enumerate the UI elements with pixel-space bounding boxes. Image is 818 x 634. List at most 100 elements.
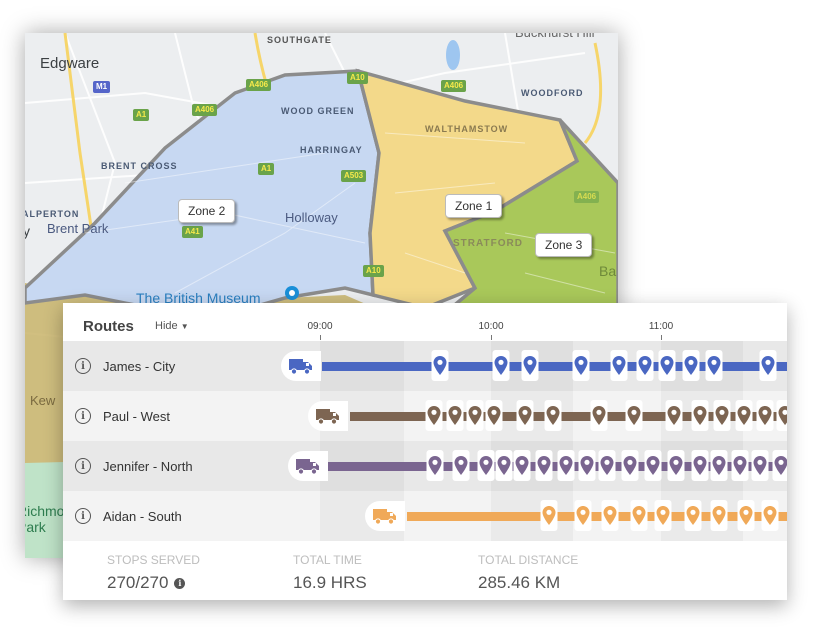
time-tick: 09:00 bbox=[307, 321, 333, 332]
stop-pin-icon[interactable] bbox=[578, 450, 596, 481]
routes-list: i James - City i Paul - West i Jennifer … bbox=[63, 341, 787, 541]
map-label-woodford: WOODFORD bbox=[521, 88, 584, 98]
stop-pin-icon[interactable] bbox=[535, 450, 553, 481]
route-row[interactable]: i Paul - West bbox=[63, 391, 787, 441]
stop-pin-icon[interactable] bbox=[513, 450, 531, 481]
stop-pin-icon[interactable] bbox=[574, 500, 592, 531]
stop-pin-icon[interactable] bbox=[590, 400, 608, 431]
route-row[interactable]: i Aidan - South bbox=[63, 491, 787, 541]
stop-pin-icon[interactable] bbox=[426, 450, 444, 481]
stop-pin-icon[interactable] bbox=[667, 450, 685, 481]
zone-1-label[interactable]: Zone 1 bbox=[445, 194, 503, 218]
stop-pin-icon[interactable] bbox=[492, 350, 510, 381]
route-timeline[interactable] bbox=[63, 391, 787, 441]
stop-pin-icon[interactable] bbox=[544, 400, 562, 431]
stop-pin-icon[interactable] bbox=[710, 500, 728, 531]
route-timeline[interactable] bbox=[63, 341, 787, 391]
hide-toggle[interactable]: Hide ▼ bbox=[155, 320, 189, 332]
map-label-partial: y bbox=[25, 223, 30, 239]
stop-pin-icon[interactable] bbox=[691, 450, 709, 481]
stop-pin-icon[interactable] bbox=[691, 400, 709, 431]
map-label-kew: Kew bbox=[30, 393, 56, 408]
map-label-wood-green: WOOD GREEN bbox=[281, 106, 355, 116]
routes-panel: Routes Hide ▼ 09:00 10:00 11:00 i James … bbox=[63, 303, 787, 600]
zone-3-label[interactable]: Zone 3 bbox=[535, 233, 593, 257]
tick-mark bbox=[661, 335, 662, 340]
stop-pin-icon[interactable] bbox=[684, 500, 702, 531]
stop-pin-icon[interactable] bbox=[756, 400, 774, 431]
stop-pin-icon[interactable] bbox=[446, 400, 464, 431]
stop-pin-icon[interactable] bbox=[425, 400, 443, 431]
hide-label: Hide bbox=[155, 320, 178, 332]
routes-header: Routes Hide ▼ 09:00 10:00 11:00 bbox=[63, 303, 787, 341]
map-label-barking-partial: Ba bbox=[599, 263, 617, 279]
road-shield-a406: A406 bbox=[246, 79, 272, 91]
stop-pin-icon[interactable] bbox=[557, 450, 575, 481]
info-icon[interactable]: i bbox=[174, 577, 186, 589]
stop-pin-icon[interactable] bbox=[735, 400, 753, 431]
stop-pin-icon[interactable] bbox=[598, 450, 616, 481]
stop-pin-icon[interactable] bbox=[654, 500, 672, 531]
stop-pin-icon[interactable] bbox=[630, 500, 648, 531]
stop-pin-icon[interactable] bbox=[572, 350, 590, 381]
stop-pin-icon[interactable] bbox=[705, 350, 723, 381]
stat-stops-served: STOPS SERVED 270/270 i bbox=[107, 553, 200, 593]
route-timeline[interactable] bbox=[63, 491, 787, 541]
stop-pin-icon[interactable] bbox=[713, 400, 731, 431]
stat-value: 270/270 bbox=[107, 573, 169, 592]
map-label-brent-cross: BRENT CROSS bbox=[101, 161, 178, 171]
stop-pin-icon[interactable] bbox=[495, 450, 513, 481]
stop-pin-icon[interactable] bbox=[772, 450, 787, 481]
stat-label: STOPS SERVED bbox=[107, 553, 200, 567]
truck-icon[interactable] bbox=[281, 351, 321, 381]
road-shield-a406: A406 bbox=[192, 104, 218, 116]
truck-icon[interactable] bbox=[288, 451, 328, 481]
stop-pin-icon[interactable] bbox=[601, 500, 619, 531]
map-label-harringay: HARRINGAY bbox=[300, 145, 363, 155]
map-label-holloway: Holloway bbox=[285, 210, 338, 225]
zone-2-label[interactable]: Zone 2 bbox=[178, 199, 236, 223]
road-shield-a1: A1 bbox=[133, 109, 150, 121]
map-label-stratford: STRATFORD bbox=[453, 238, 523, 249]
stop-pin-icon[interactable] bbox=[521, 350, 539, 381]
stop-pin-icon[interactable] bbox=[751, 450, 769, 481]
route-bar[interactable] bbox=[407, 512, 787, 521]
routes-title: Routes bbox=[83, 318, 134, 335]
route-row[interactable]: i Jennifer - North bbox=[63, 441, 787, 491]
stop-pin-icon[interactable] bbox=[452, 450, 470, 481]
truck-icon[interactable] bbox=[365, 501, 405, 531]
truck-icon[interactable] bbox=[308, 401, 348, 431]
time-tick: 10:00 bbox=[478, 321, 504, 332]
stop-pin-icon[interactable] bbox=[737, 500, 755, 531]
stop-pin-icon[interactable] bbox=[682, 350, 700, 381]
route-row[interactable]: i James - City bbox=[63, 341, 787, 391]
map-label-buckhurst-hill: Buckhurst Hill bbox=[515, 33, 594, 40]
stat-total-distance: TOTAL DISTANCE 285.46 KM bbox=[478, 553, 578, 593]
stop-pin-icon[interactable] bbox=[625, 400, 643, 431]
stop-pin-icon[interactable] bbox=[485, 400, 503, 431]
stop-pin-icon[interactable] bbox=[776, 400, 787, 431]
stop-pin-icon[interactable] bbox=[710, 450, 728, 481]
stop-pin-icon[interactable] bbox=[516, 400, 534, 431]
stat-value: 285.46 KM bbox=[478, 573, 561, 592]
time-tick: 11:00 bbox=[648, 321, 674, 332]
road-shield-a503: A503 bbox=[341, 170, 367, 182]
stop-pin-icon[interactable] bbox=[644, 450, 662, 481]
stop-pin-icon[interactable] bbox=[466, 400, 484, 431]
chevron-down-icon: ▼ bbox=[180, 322, 189, 331]
stop-pin-icon[interactable] bbox=[731, 450, 749, 481]
stop-pin-icon[interactable] bbox=[636, 350, 654, 381]
stop-pin-icon[interactable] bbox=[665, 400, 683, 431]
stop-pin-icon[interactable] bbox=[621, 450, 639, 481]
stop-pin-icon[interactable] bbox=[477, 450, 495, 481]
map-label-walthamstow: WALTHAMSTOW bbox=[425, 124, 509, 134]
stop-pin-icon[interactable] bbox=[658, 350, 676, 381]
stop-pin-icon[interactable] bbox=[610, 350, 628, 381]
stop-pin-icon[interactable] bbox=[759, 350, 777, 381]
stop-pin-icon[interactable] bbox=[431, 350, 449, 381]
route-timeline[interactable] bbox=[63, 441, 787, 491]
stop-pin-icon[interactable] bbox=[761, 500, 779, 531]
tick-mark bbox=[491, 335, 492, 340]
stop-pin-icon[interactable] bbox=[540, 500, 558, 531]
road-shield-a406: A406 bbox=[441, 80, 467, 92]
